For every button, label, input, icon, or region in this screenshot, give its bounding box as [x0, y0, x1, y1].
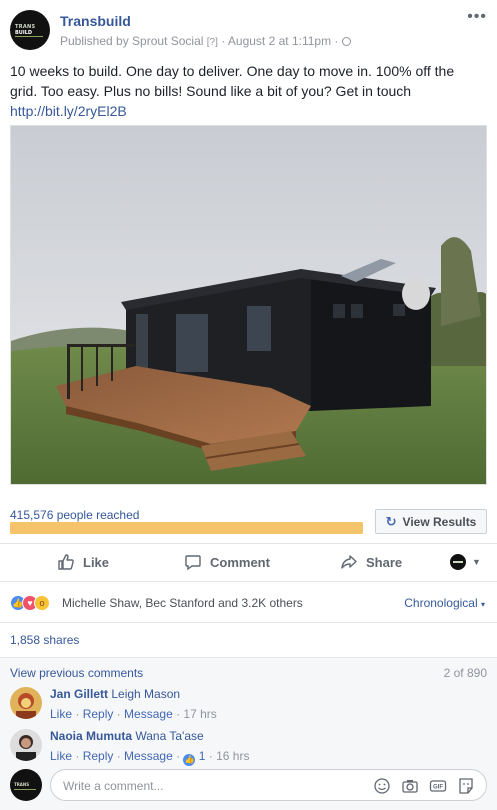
reach-bar	[10, 522, 363, 534]
logo-rule	[14, 789, 36, 790]
comment-input[interactable]: Write a comment... GIF	[50, 769, 487, 801]
help-link[interactable]: [?]	[207, 37, 218, 48]
comment-count: 2 of 890	[443, 666, 487, 680]
post-meta: Published by Sprout Social [?] · August …	[60, 34, 351, 48]
published-by: Published by Sprout Social	[60, 34, 204, 48]
share-button[interactable]: Share	[340, 546, 402, 578]
comment-meta: Like · Reply · Message · 17 hrs	[50, 707, 217, 721]
comment-label: Comment	[210, 554, 270, 570]
comment-meta: Like · Reply · Message · 👍 1 · 16 hrs	[50, 749, 250, 766]
gif-icon[interactable]: GIF	[429, 777, 447, 795]
post-date[interactable]: August 2 at 1:11pm	[228, 34, 331, 48]
globe-icon	[341, 37, 351, 46]
view-previous-comments[interactable]: View previous comments	[10, 666, 143, 680]
comment-time[interactable]: 17 hrs	[183, 707, 216, 721]
comment-placeholder: Write a comment...	[63, 779, 164, 793]
page-name-link[interactable]: Transbuild	[60, 13, 131, 29]
logo-rule	[15, 36, 43, 37]
reaction-names[interactable]: Michelle Shaw, Bec Stanford and 3.2K oth…	[62, 596, 303, 610]
comment-button[interactable]: Comment	[184, 546, 270, 578]
reactions-row[interactable]: 👍 ♥ o Michelle Shaw, Bec Stanford and 3.…	[10, 594, 487, 612]
page-avatar[interactable]: TRANS BUILD	[10, 10, 50, 50]
comment-reply-link[interactable]: Reply	[83, 749, 114, 763]
more-dots-icon[interactable]: •••	[467, 8, 487, 26]
like-label: Like	[83, 554, 110, 570]
comment-author-line: Naoia Mumuta Wana Ta'ase	[50, 729, 204, 743]
comment-like-link[interactable]: Like	[50, 749, 72, 763]
refresh-icon: ↻	[385, 513, 397, 529]
reach-bar-fill	[10, 522, 363, 534]
divider	[0, 622, 497, 623]
tagged-user[interactable]: Leigh Mason	[111, 687, 180, 701]
avatar[interactable]	[10, 687, 42, 719]
post-header: TRANS BUILD Transbuild Published by Spro…	[10, 8, 487, 50]
comment-author[interactable]: Naoia Mumuta	[50, 729, 132, 743]
sort-dropdown[interactable]: Chronological ▾	[404, 596, 485, 610]
comment-item: Jan Gillett Leigh Mason Like · Reply · M…	[10, 687, 487, 725]
post-body: 10 weeks to build. One day to deliver. O…	[10, 63, 455, 99]
like-count-icon: 👍	[183, 754, 196, 766]
comment-like-count[interactable]: 1	[199, 749, 206, 763]
emoji-icon[interactable]	[373, 777, 391, 795]
wow-reaction-icon: o	[34, 595, 50, 611]
tagged-user[interactable]: Wana Ta'ase	[135, 729, 203, 743]
like-button[interactable]: Like	[57, 546, 109, 578]
speech-bubble-icon	[185, 555, 201, 571]
logo-text-top: TRANS	[14, 782, 30, 787]
avatar[interactable]	[10, 729, 42, 761]
tiny-house-photo	[11, 126, 486, 484]
comment-item: Naoia Mumuta Wana Ta'ase Like · Reply · …	[10, 729, 487, 767]
shares-count[interactable]: 1,858 shares	[10, 633, 79, 647]
comment-composer: TRANS Write a comment... GIF	[10, 769, 487, 801]
comment-like-link[interactable]: Like	[50, 707, 72, 721]
camera-icon[interactable]	[401, 777, 419, 795]
view-results-button[interactable]: ↻ View Results	[375, 509, 487, 534]
action-bar: Like Comment Share ▼	[0, 546, 497, 578]
page-switcher[interactable]: ▼	[450, 546, 481, 578]
post-photo[interactable]	[10, 125, 487, 485]
share-label: Share	[366, 554, 403, 570]
comment-time[interactable]: 16 hrs	[216, 749, 249, 763]
chevron-down-icon: ▾	[480, 600, 485, 609]
post-link[interactable]: http://bit.ly/2ryEl2B	[10, 103, 127, 119]
thumbs-up-icon	[58, 554, 74, 570]
post-text: 10 weeks to build. One day to deliver. O…	[10, 61, 480, 121]
comment-author-line: Jan Gillett Leigh Mason	[50, 687, 180, 701]
page-avatar-small	[450, 554, 466, 570]
reach-count[interactable]: 415,576 people reached	[10, 508, 139, 522]
comment-message-link[interactable]: Message	[124, 707, 173, 721]
page-avatar: TRANS	[10, 769, 42, 801]
share-arrow-icon	[341, 555, 357, 569]
divider	[0, 581, 497, 582]
comment-reply-link[interactable]: Reply	[83, 707, 114, 721]
comment-author[interactable]: Jan Gillett	[50, 687, 108, 701]
divider	[0, 543, 497, 544]
reaction-icons: 👍 ♥ o	[10, 595, 60, 611]
sort-label: Chronological	[404, 596, 478, 610]
svg-text:GIF: GIF	[433, 785, 443, 791]
divider	[0, 657, 497, 658]
view-results-label: View Results	[402, 514, 477, 529]
comment-message-link[interactable]: Message	[124, 749, 173, 763]
chevron-down-icon: ▼	[472, 557, 481, 567]
sticker-icon[interactable]	[457, 777, 475, 795]
